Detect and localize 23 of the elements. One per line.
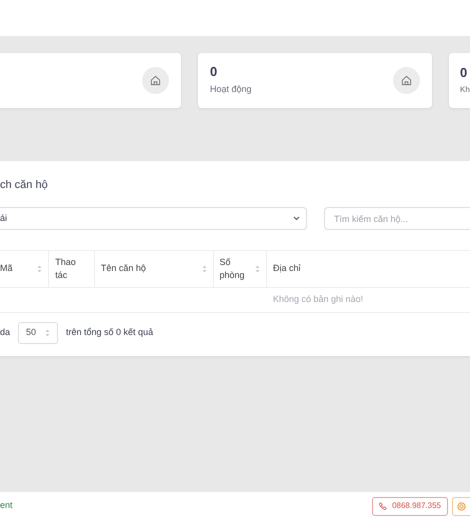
- filter-select[interactable]: ái: [0, 207, 307, 230]
- stat-label: Hoạt động: [210, 83, 252, 96]
- stat-value: 0: [460, 65, 468, 81]
- page-size-select[interactable]: 50: [18, 322, 58, 344]
- support-button[interactable]: [452, 496, 470, 516]
- column-header[interactable]: Tên căn hộ: [94, 250, 214, 288]
- column-header[interactable]: Địa chỉ: [266, 250, 470, 288]
- page-size-label: da: [0, 326, 10, 340]
- brand-name: ent: [0, 499, 13, 512]
- column-header[interactable]: Thao tác: [48, 250, 94, 288]
- empty-message: Không có bản ghi nào!: [273, 294, 364, 304]
- column-header[interactable]: Mã: [0, 250, 49, 288]
- stat-value: 0: [210, 64, 218, 80]
- search-field[interactable]: Tìm kiếm căn hộ...: [324, 207, 470, 230]
- chevron-down-icon: [293, 216, 300, 221]
- stat-label: Kh: [460, 84, 470, 96]
- phone-icon: [379, 502, 388, 510]
- result-summary: trên tổng số 0 kết quả: [66, 326, 154, 340]
- column-header[interactable]: Số phòng: [213, 250, 266, 288]
- sort-icon: [45, 329, 50, 337]
- lifebuoy-icon: [457, 502, 466, 510]
- panel-title: ch căn hộ: [0, 178, 49, 193]
- phone-button[interactable]: 0868.987.355: [372, 496, 448, 516]
